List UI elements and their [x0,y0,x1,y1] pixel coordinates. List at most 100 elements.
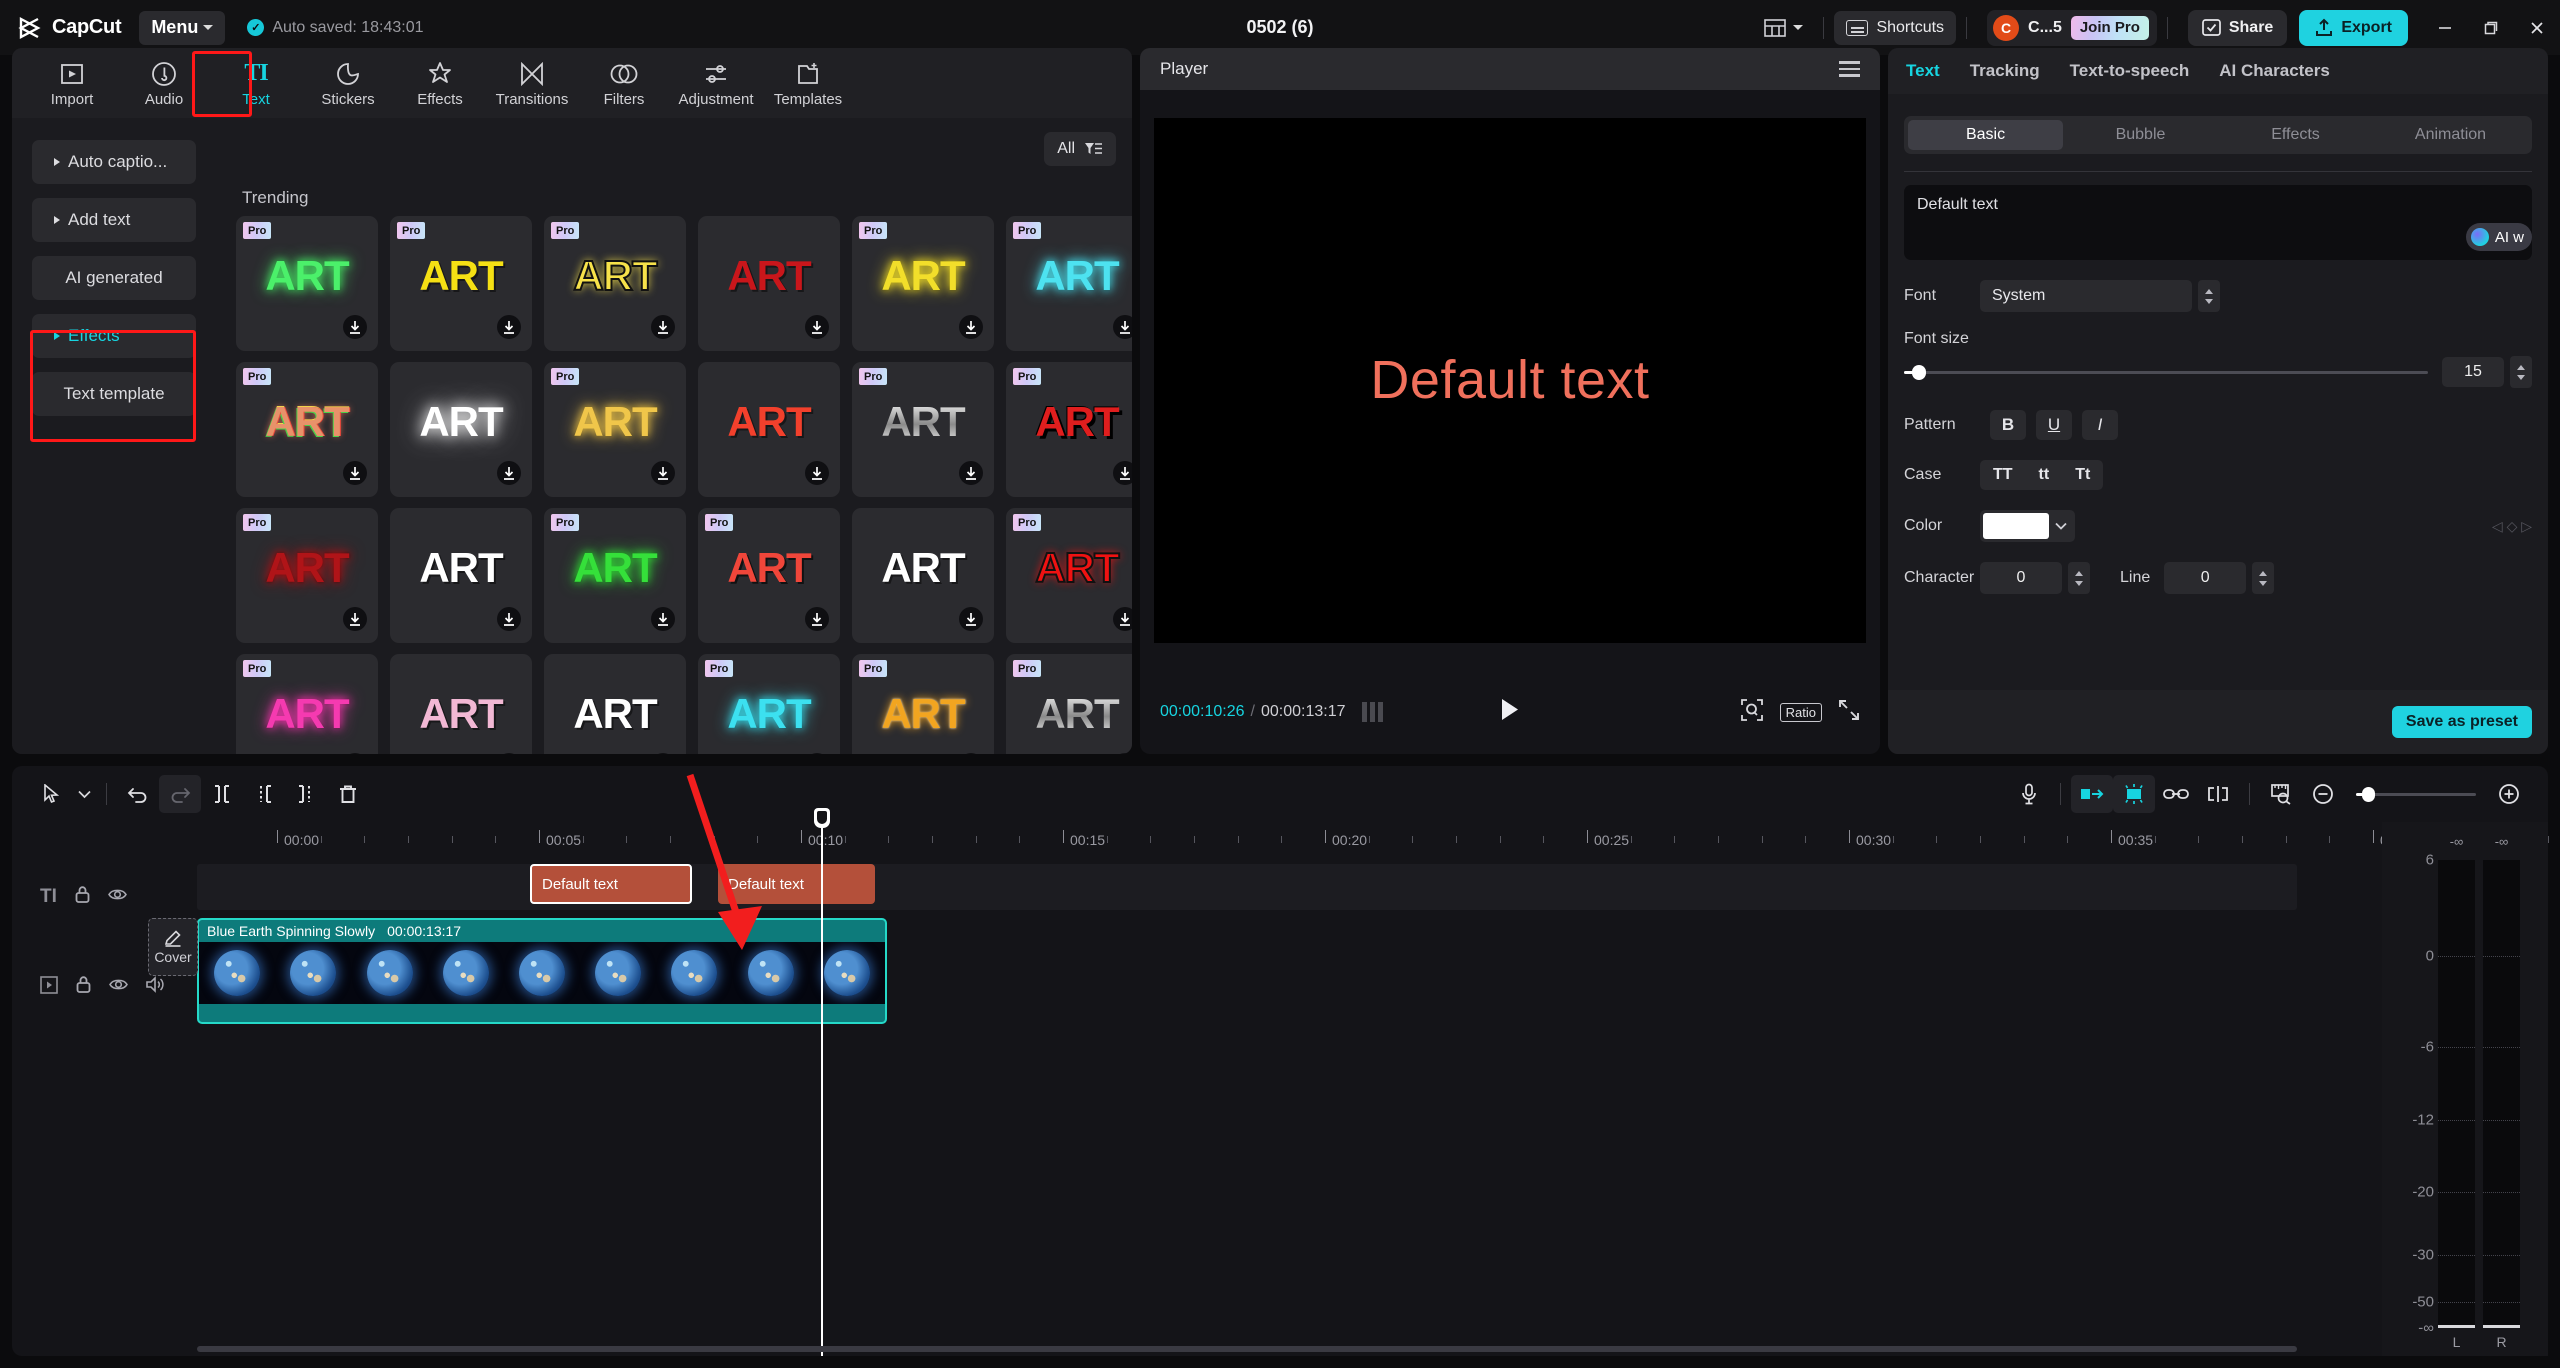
join-pro-button[interactable]: Join Pro [2071,16,2149,40]
menu-button[interactable]: Menu [139,11,225,45]
download-icon[interactable] [651,607,675,631]
play-button[interactable] [1499,697,1521,727]
timeline-zoom-knob[interactable] [2362,787,2375,802]
character-spacing-stepper[interactable] [2068,562,2090,594]
download-icon[interactable] [805,461,829,485]
text-track-lane[interactable]: Default text Default text [197,864,2297,910]
line-spacing-value[interactable]: 0 [2164,562,2246,594]
effect-card[interactable]: ProART [544,362,686,497]
minimize-button[interactable] [2422,0,2468,55]
download-icon[interactable] [959,607,983,631]
font-size-stepper[interactable] [2510,356,2532,388]
download-icon[interactable] [805,607,829,631]
segment-animation[interactable]: Animation [2373,120,2528,150]
tool-tab-templates[interactable]: Templates [762,50,854,116]
tool-tab-import[interactable]: Import [26,50,118,116]
mirror-button[interactable] [2197,775,2239,813]
split-button[interactable] [201,775,243,813]
font-select[interactable]: System [1980,280,2192,312]
effect-card[interactable]: ProART [390,216,532,351]
fullscreen-button[interactable] [1838,699,1860,726]
download-icon[interactable] [343,315,367,339]
download-icon[interactable] [651,461,675,485]
font-size-slider[interactable] [1904,371,2428,374]
effect-card[interactable]: ProART [544,216,686,351]
zoom-in-button[interactable] [2488,775,2530,813]
effect-card[interactable]: ProART [236,654,378,754]
download-icon[interactable] [497,461,521,485]
effect-card[interactable]: ProART [852,216,994,351]
effect-card[interactable]: ProART [852,654,994,754]
line-spacing-stepper[interactable] [2252,562,2274,594]
zoom-to-fit-button[interactable] [2260,775,2302,813]
download-icon[interactable] [497,607,521,631]
effect-card[interactable]: ProART [1006,654,1132,754]
export-button[interactable]: Export [2299,10,2408,46]
ratio-button[interactable]: Ratio [1780,703,1822,722]
text-category-effects[interactable]: Effects [32,314,196,358]
download-icon[interactable] [1113,753,1132,754]
download-icon[interactable] [1113,607,1132,631]
keyframe-button[interactable] [2113,775,2155,813]
download-icon[interactable] [805,315,829,339]
effect-card[interactable]: ART [390,654,532,754]
download-icon[interactable] [343,461,367,485]
cover-button[interactable]: Cover [148,918,198,976]
tool-tab-stickers[interactable]: Stickers [302,50,394,116]
download-icon[interactable] [651,753,675,754]
auto-fit-button[interactable] [2071,775,2113,813]
effect-card[interactable]: ProART [698,508,840,643]
font-size-value[interactable]: 15 [2442,357,2504,387]
tool-tab-audio[interactable]: Audio [118,50,210,116]
video-track-visibility-icon[interactable] [109,977,128,997]
shortcuts-button[interactable]: Shortcuts [1834,11,1956,45]
playhead[interactable] [821,822,823,1356]
font-size-slider-knob[interactable] [1912,365,1926,380]
record-voiceover-button[interactable] [2008,775,2050,813]
playhead-handle[interactable] [814,808,830,828]
download-icon[interactable] [343,607,367,631]
download-icon[interactable] [959,315,983,339]
text-category-add-text[interactable]: Add text [32,198,196,242]
zoom-out-button[interactable] [2302,775,2344,813]
timeline-zoom-slider[interactable] [2356,793,2476,796]
text-category-ai-generated[interactable]: AI generated [32,256,196,300]
text-category-auto-captio[interactable]: Auto captio... [32,140,196,184]
underline-button[interactable]: U [2036,410,2072,440]
effect-card[interactable]: ProART [236,216,378,351]
bold-button[interactable]: B [1990,410,2026,440]
effect-card[interactable]: ART [698,362,840,497]
download-icon[interactable] [805,753,829,754]
effect-card[interactable]: ProART [698,654,840,754]
inspector-tab-text[interactable]: Text [1906,61,1940,81]
effect-card[interactable]: ProART [236,508,378,643]
undo-button[interactable] [117,775,159,813]
effect-card[interactable]: ART [852,508,994,643]
delete-button[interactable] [327,775,369,813]
download-icon[interactable] [497,315,521,339]
share-button[interactable]: Share [2188,10,2287,46]
download-icon[interactable] [959,461,983,485]
effect-card[interactable]: ProART [1006,362,1132,497]
select-tool-dropdown[interactable] [72,775,96,813]
text-track-lock-icon[interactable] [74,885,91,909]
segment-basic[interactable]: Basic [1908,120,2063,150]
download-icon[interactable] [959,753,983,754]
keyframe-nav[interactable]: ◁ ◇ ▷ [2492,518,2532,535]
inspector-tab-text-to-speech[interactable]: Text-to-speech [2070,61,2190,81]
italic-button[interactable]: I [2082,410,2118,440]
download-icon[interactable] [651,315,675,339]
quality-bars-icon[interactable] [1362,702,1383,722]
text-clip-1[interactable]: Default text [530,864,692,904]
text-track-visibility-icon[interactable] [108,887,127,907]
effect-card[interactable]: ProART [544,508,686,643]
inspector-tab-tracking[interactable]: Tracking [1970,61,2040,81]
effect-card[interactable]: ProART [852,362,994,497]
search-frame-button[interactable] [1740,698,1764,727]
stage-text-overlay[interactable]: Default text [1370,349,1649,411]
player-stage[interactable]: Default text [1154,118,1866,643]
select-tool-button[interactable] [30,775,72,813]
trim-right-button[interactable] [285,775,327,813]
layout-switch-button[interactable] [1754,19,1813,37]
tool-tab-transitions[interactable]: Transitions [486,50,578,116]
